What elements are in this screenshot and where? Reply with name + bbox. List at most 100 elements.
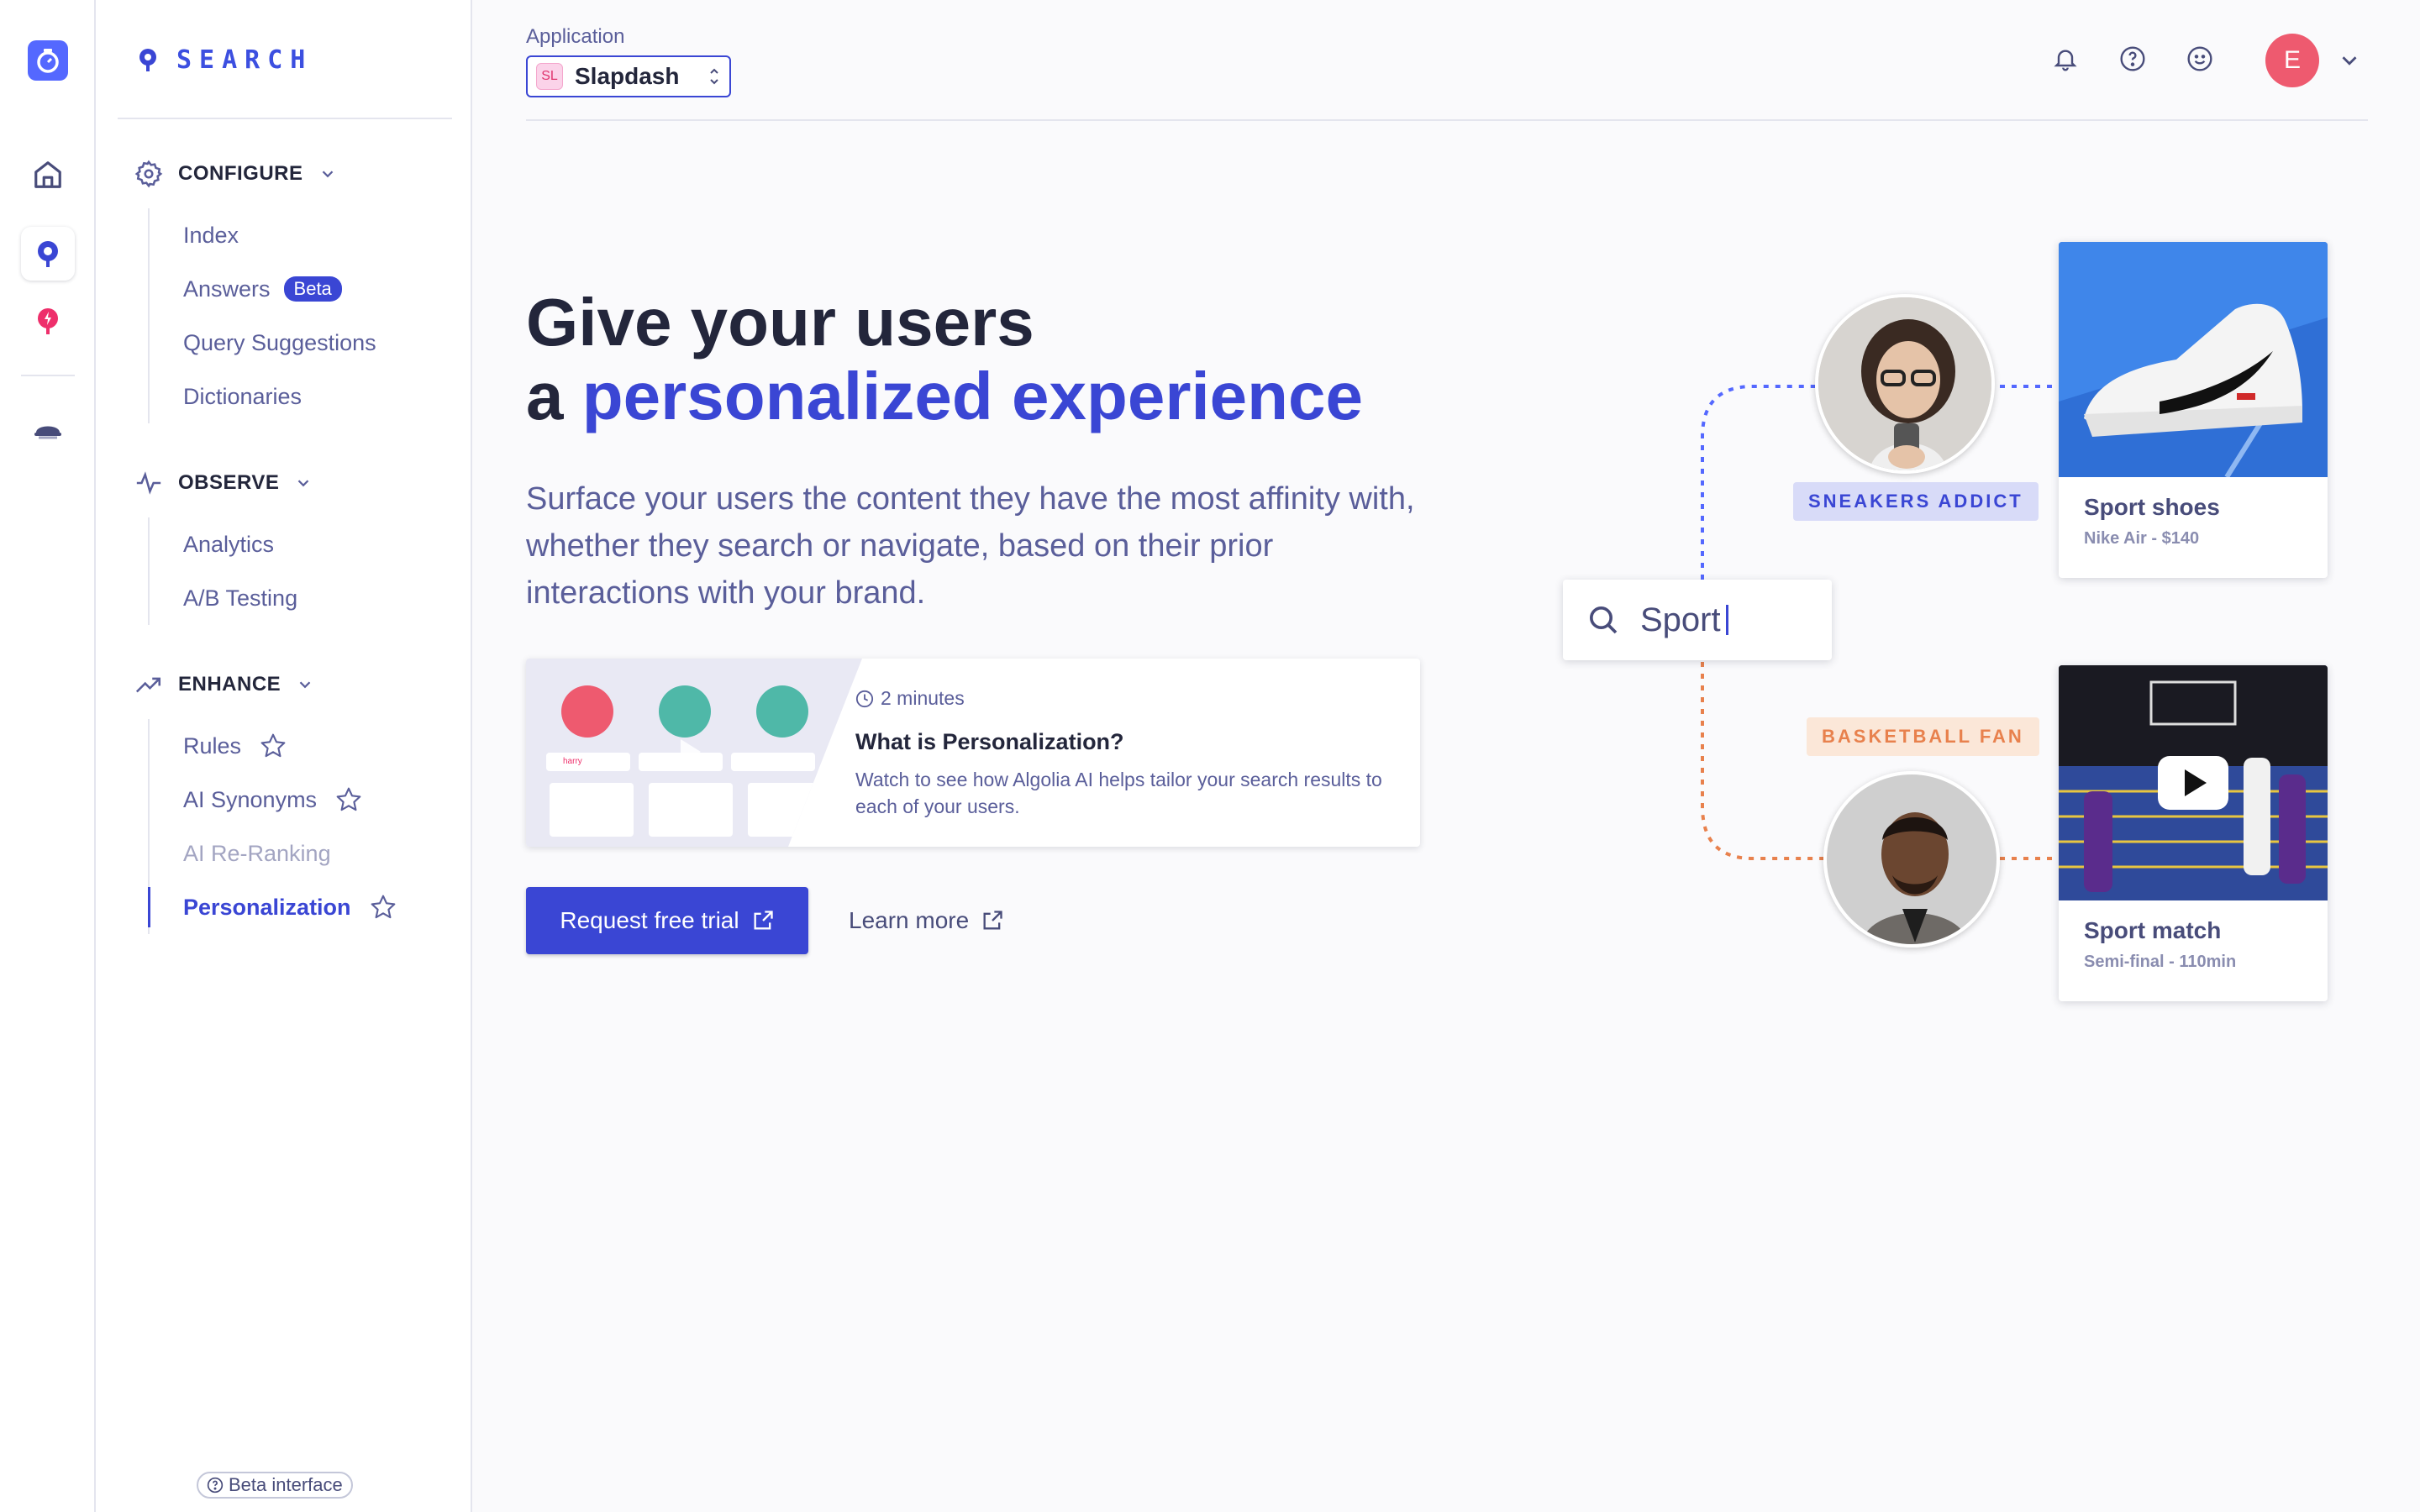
video-title: What is Personalization? xyxy=(855,729,1124,754)
brand-title: SEARCH xyxy=(176,45,313,75)
application-label: Application xyxy=(526,25,625,48)
section-configure-title: CONFIGURE xyxy=(178,162,303,185)
product-name: Sport match xyxy=(2084,917,2222,943)
product-card-match: Sport match Semi-final - 110min xyxy=(2059,665,2328,1001)
section-enhance[interactable]: ENHANCE xyxy=(134,670,314,699)
thumb-result-tile xyxy=(649,783,733,837)
help-circle-icon xyxy=(207,1477,224,1494)
crawler-icon[interactable] xyxy=(21,405,75,459)
persona-sneakers-avatar xyxy=(1815,294,1995,474)
nav-item-personalization[interactable]: Personalization xyxy=(148,880,397,934)
nav-label: Query Suggestions xyxy=(183,329,376,355)
nav-item-analytics[interactable]: Analytics xyxy=(150,517,297,571)
search-brand[interactable]: SEARCH xyxy=(138,45,313,75)
play-icon xyxy=(681,739,701,764)
help-icon[interactable] xyxy=(2116,42,2149,76)
duration-label: 2 minutes xyxy=(881,687,965,709)
beta-badge: Beta xyxy=(283,276,342,302)
algolia-logo-icon[interactable] xyxy=(28,40,68,81)
search-brand-icon xyxy=(139,48,156,71)
search-product-icon[interactable] xyxy=(21,227,75,281)
search-text: Sport xyxy=(1640,601,1721,638)
nav-item-dictionaries[interactable]: Dictionaries xyxy=(150,370,376,423)
learn-more-link[interactable]: Learn more xyxy=(849,887,1004,954)
sidebar-divider xyxy=(118,118,452,119)
star-icon[interactable] xyxy=(370,894,397,921)
title-prefix: a xyxy=(526,359,582,433)
pulse-icon xyxy=(136,471,161,495)
trending-up-icon xyxy=(135,677,161,693)
observe-group: Analytics A/B Testing xyxy=(148,517,297,625)
text-caret xyxy=(1725,605,1728,635)
man-portrait-icon xyxy=(1827,774,1996,944)
page-description: Surface your users the content they have… xyxy=(526,481,1415,611)
persona-basketball-avatar xyxy=(1823,771,2000,948)
nav-label: A/B Testing xyxy=(183,585,298,611)
smiley-feedback-icon[interactable] xyxy=(2183,42,2217,76)
section-enhance-title: ENHANCE xyxy=(178,673,281,696)
product-rail xyxy=(0,0,96,1512)
external-link-icon xyxy=(983,911,1002,930)
request-free-trial-button[interactable]: Request free trial xyxy=(526,887,808,954)
button-label: Request free trial xyxy=(560,907,739,933)
nav-item-ab-testing[interactable]: A/B Testing xyxy=(150,571,297,625)
nav-item-rules[interactable]: Rules xyxy=(150,719,397,773)
nav-label: Index xyxy=(183,222,239,248)
woman-portrait-icon xyxy=(1818,297,1991,470)
beta-interface-label: Beta interface xyxy=(229,1474,343,1495)
video-description: Watch to see how Algolia AI helps tailor… xyxy=(855,769,1382,817)
product-card-shoes: Sport shoes Nike Air - $140 xyxy=(2059,242,2328,578)
product-subtitle: Semi-final - 110min xyxy=(2084,953,2237,971)
section-observe[interactable]: OBSERVE xyxy=(134,469,313,497)
nav-label: AI Re-Ranking xyxy=(183,840,331,866)
title-line-2: a personalized experience xyxy=(526,360,1534,433)
chevron-down-icon xyxy=(299,681,311,689)
header-divider xyxy=(526,119,2368,121)
video-thumbnail[interactable]: harry xyxy=(526,659,862,847)
gear-icon xyxy=(134,160,163,188)
chevron-down-icon xyxy=(322,171,333,178)
enhance-group: Rules AI Synonyms AI Re-Ranking Personal… xyxy=(148,719,397,934)
nav-label: Dictionaries xyxy=(183,383,302,409)
rail-divider xyxy=(21,375,75,376)
nav-item-ai-reranking[interactable]: AI Re-Ranking xyxy=(150,827,397,880)
thumb-query: harry xyxy=(563,757,582,766)
nav-item-query-suggestions[interactable]: Query Suggestions xyxy=(150,316,376,370)
persona-face-icon xyxy=(561,685,613,738)
nav-item-index[interactable]: Index xyxy=(150,208,376,262)
title-accent: personalized experience xyxy=(581,359,1364,433)
chevron-down-icon xyxy=(298,480,309,487)
nav-item-ai-synonyms[interactable]: AI Synonyms xyxy=(150,773,397,827)
sidebar: SEARCH CONFIGURE Index Answers Beta Quer… xyxy=(96,0,472,1512)
link-label: Learn more xyxy=(849,907,970,933)
updown-chevron-icon xyxy=(710,68,718,85)
application-select[interactable]: SL Slapdash xyxy=(526,55,731,97)
product-subtitle: Nike Air - $140 xyxy=(2084,529,2200,548)
sneakers-addict-tag: SNEAKERS ADDICT xyxy=(1793,482,2039,521)
title-line-1: Give your users xyxy=(526,285,1034,360)
persona-face-icon xyxy=(659,685,711,738)
recommend-icon[interactable] xyxy=(21,294,75,348)
chevron-down-icon[interactable] xyxy=(2333,44,2366,77)
star-icon[interactable] xyxy=(260,732,287,759)
sneaker-image xyxy=(2059,242,2328,477)
thumb-search-bar xyxy=(731,753,815,771)
section-configure[interactable]: CONFIGURE xyxy=(134,160,337,188)
clock-icon xyxy=(855,690,874,707)
home-icon[interactable] xyxy=(21,148,75,202)
nav-label: Analytics xyxy=(183,531,275,557)
basketball-video-image xyxy=(2059,665,2328,900)
thumb-search-bar: harry xyxy=(546,753,630,771)
star-icon[interactable] xyxy=(335,786,362,813)
external-link-icon xyxy=(754,911,773,930)
video-card[interactable]: harry 2 minutes What is Personalization?… xyxy=(526,659,1420,847)
search-icon xyxy=(1590,606,1618,634)
configure-group: Index Answers Beta Query Suggestions Dic… xyxy=(148,208,376,423)
avatar[interactable]: E xyxy=(2265,34,2319,87)
beta-interface-badge[interactable]: Beta interface xyxy=(197,1472,353,1499)
nav-item-answers[interactable]: Answers Beta xyxy=(150,262,376,316)
thumb-result-tile xyxy=(748,783,832,837)
basketball-fan-tag: BASKETBALL FAN xyxy=(1807,717,2039,756)
bell-icon[interactable] xyxy=(2049,42,2082,76)
section-observe-title: OBSERVE xyxy=(178,471,280,494)
